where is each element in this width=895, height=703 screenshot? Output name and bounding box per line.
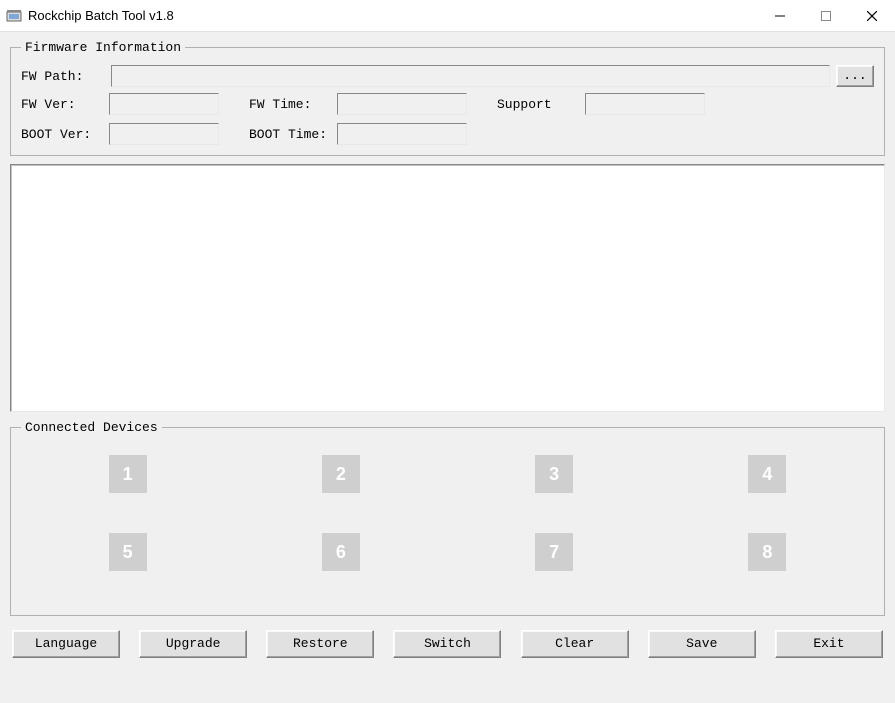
- app-icon: [6, 8, 22, 24]
- minimize-button[interactable]: [757, 0, 803, 32]
- connected-devices-group: Connected Devices 1 2 3 4 5 6 7 8: [10, 420, 885, 616]
- devices-legend: Connected Devices: [21, 420, 162, 435]
- support-field: [585, 93, 705, 115]
- browse-button[interactable]: ...: [836, 65, 874, 87]
- firmware-info-group: Firmware Information FW Path: ... FW Ver…: [10, 40, 885, 156]
- bottom-toolbar: Language Upgrade Restore Switch Clear Sa…: [10, 624, 885, 658]
- device-slot-2[interactable]: 2: [322, 455, 360, 493]
- exit-button[interactable]: Exit: [775, 630, 883, 658]
- device-slot-3[interactable]: 3: [535, 455, 573, 493]
- clear-button[interactable]: Clear: [521, 630, 629, 658]
- window-title: Rockchip Batch Tool v1.8: [28, 8, 174, 23]
- device-slot-6[interactable]: 6: [322, 533, 360, 571]
- device-slot-8[interactable]: 8: [748, 533, 786, 571]
- maximize-button[interactable]: [803, 0, 849, 32]
- firmware-legend: Firmware Information: [21, 40, 185, 55]
- restore-button[interactable]: Restore: [266, 630, 374, 658]
- save-button[interactable]: Save: [648, 630, 756, 658]
- boot-ver-field: [109, 123, 219, 145]
- fw-ver-label: FW Ver:: [21, 97, 109, 112]
- support-label: Support: [497, 97, 585, 112]
- boot-time-field: [337, 123, 467, 145]
- language-button[interactable]: Language: [12, 630, 120, 658]
- client-area: Firmware Information FW Path: ... FW Ver…: [0, 32, 895, 668]
- boot-time-label: BOOT Time:: [249, 127, 337, 142]
- fw-ver-field: [109, 93, 219, 115]
- fw-time-field: [337, 93, 467, 115]
- fw-path-field[interactable]: [111, 65, 830, 87]
- close-button[interactable]: [849, 0, 895, 32]
- log-area[interactable]: [10, 164, 885, 412]
- device-slot-4[interactable]: 4: [748, 455, 786, 493]
- device-slot-5[interactable]: 5: [109, 533, 147, 571]
- device-slot-7[interactable]: 7: [535, 533, 573, 571]
- device-slot-1[interactable]: 1: [109, 455, 147, 493]
- switch-button[interactable]: Switch: [393, 630, 501, 658]
- fw-time-label: FW Time:: [249, 97, 337, 112]
- titlebar: Rockchip Batch Tool v1.8: [0, 0, 895, 32]
- upgrade-button[interactable]: Upgrade: [139, 630, 247, 658]
- boot-ver-label: BOOT Ver:: [21, 127, 109, 142]
- fw-path-label: FW Path:: [21, 69, 105, 84]
